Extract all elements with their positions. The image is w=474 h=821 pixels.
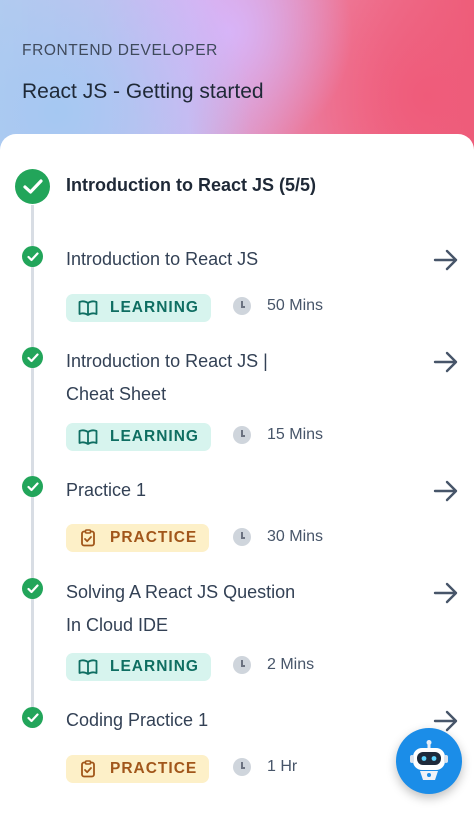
check-icon	[22, 476, 43, 497]
book-icon	[78, 659, 98, 675]
duration-label: 1 Hr	[267, 758, 298, 775]
arrow-right-icon[interactable]	[432, 350, 460, 374]
tag-label: LEARNING	[110, 658, 199, 675]
duration: 1 Hr	[233, 758, 297, 776]
tag-label: PRACTICE	[110, 760, 198, 777]
book-icon	[78, 300, 98, 316]
robot-assistant-icon	[410, 740, 448, 780]
clipboard-check-icon	[81, 760, 95, 778]
timeline-line	[31, 205, 34, 725]
duration-label: 2 Mins	[267, 656, 315, 673]
duration: 30 Mins	[233, 528, 323, 546]
duration: 50 Mins	[233, 297, 323, 315]
track-label: FRONTEND DEVELOPER	[22, 42, 218, 59]
clock-icon	[233, 656, 251, 674]
arrow-right-icon[interactable]	[432, 248, 460, 272]
item-title[interactable]: Introduction to React JS	[66, 243, 356, 276]
page-title: React JS - Getting started	[22, 80, 264, 103]
practice-tag: PRACTICE	[66, 755, 210, 783]
learning-tag: LEARNING	[66, 423, 211, 451]
arrow-right-icon[interactable]	[432, 581, 460, 605]
learning-tag: LEARNING	[66, 653, 211, 681]
clock-icon	[233, 297, 251, 315]
tag-label: PRACTICE	[110, 529, 198, 546]
item-title[interactable]: Solving A React JS Question In Cloud IDE	[66, 576, 296, 642]
assistant-bot-button[interactable]	[396, 728, 462, 794]
module-title[interactable]: Introduction to React JS (5/5)	[66, 175, 316, 196]
module-complete-check-icon	[15, 169, 50, 204]
duration-label: 50 Mins	[267, 297, 324, 314]
duration: 15 Mins	[233, 426, 323, 444]
clipboard-check-icon	[81, 529, 95, 547]
arrow-right-icon[interactable]	[432, 479, 460, 503]
clock-icon	[233, 528, 251, 546]
item-title[interactable]: Introduction to React JS | Cheat Sheet	[66, 345, 316, 411]
duration-label: 15 Mins	[267, 426, 324, 443]
tag-label: LEARNING	[110, 299, 199, 316]
duration: 2 Mins	[233, 656, 314, 674]
check-icon	[22, 578, 43, 599]
clock-icon	[233, 758, 251, 776]
duration-label: 30 Mins	[267, 528, 324, 545]
tag-label: LEARNING	[110, 428, 199, 445]
item-title[interactable]: Coding Practice 1	[66, 704, 356, 737]
book-icon	[78, 429, 98, 445]
practice-tag: PRACTICE	[66, 524, 210, 552]
check-icon	[22, 246, 43, 267]
item-title[interactable]: Practice 1	[66, 474, 356, 507]
check-icon	[22, 707, 43, 728]
learning-tag: LEARNING	[66, 294, 211, 322]
clock-icon	[233, 426, 251, 444]
check-icon	[22, 347, 43, 368]
